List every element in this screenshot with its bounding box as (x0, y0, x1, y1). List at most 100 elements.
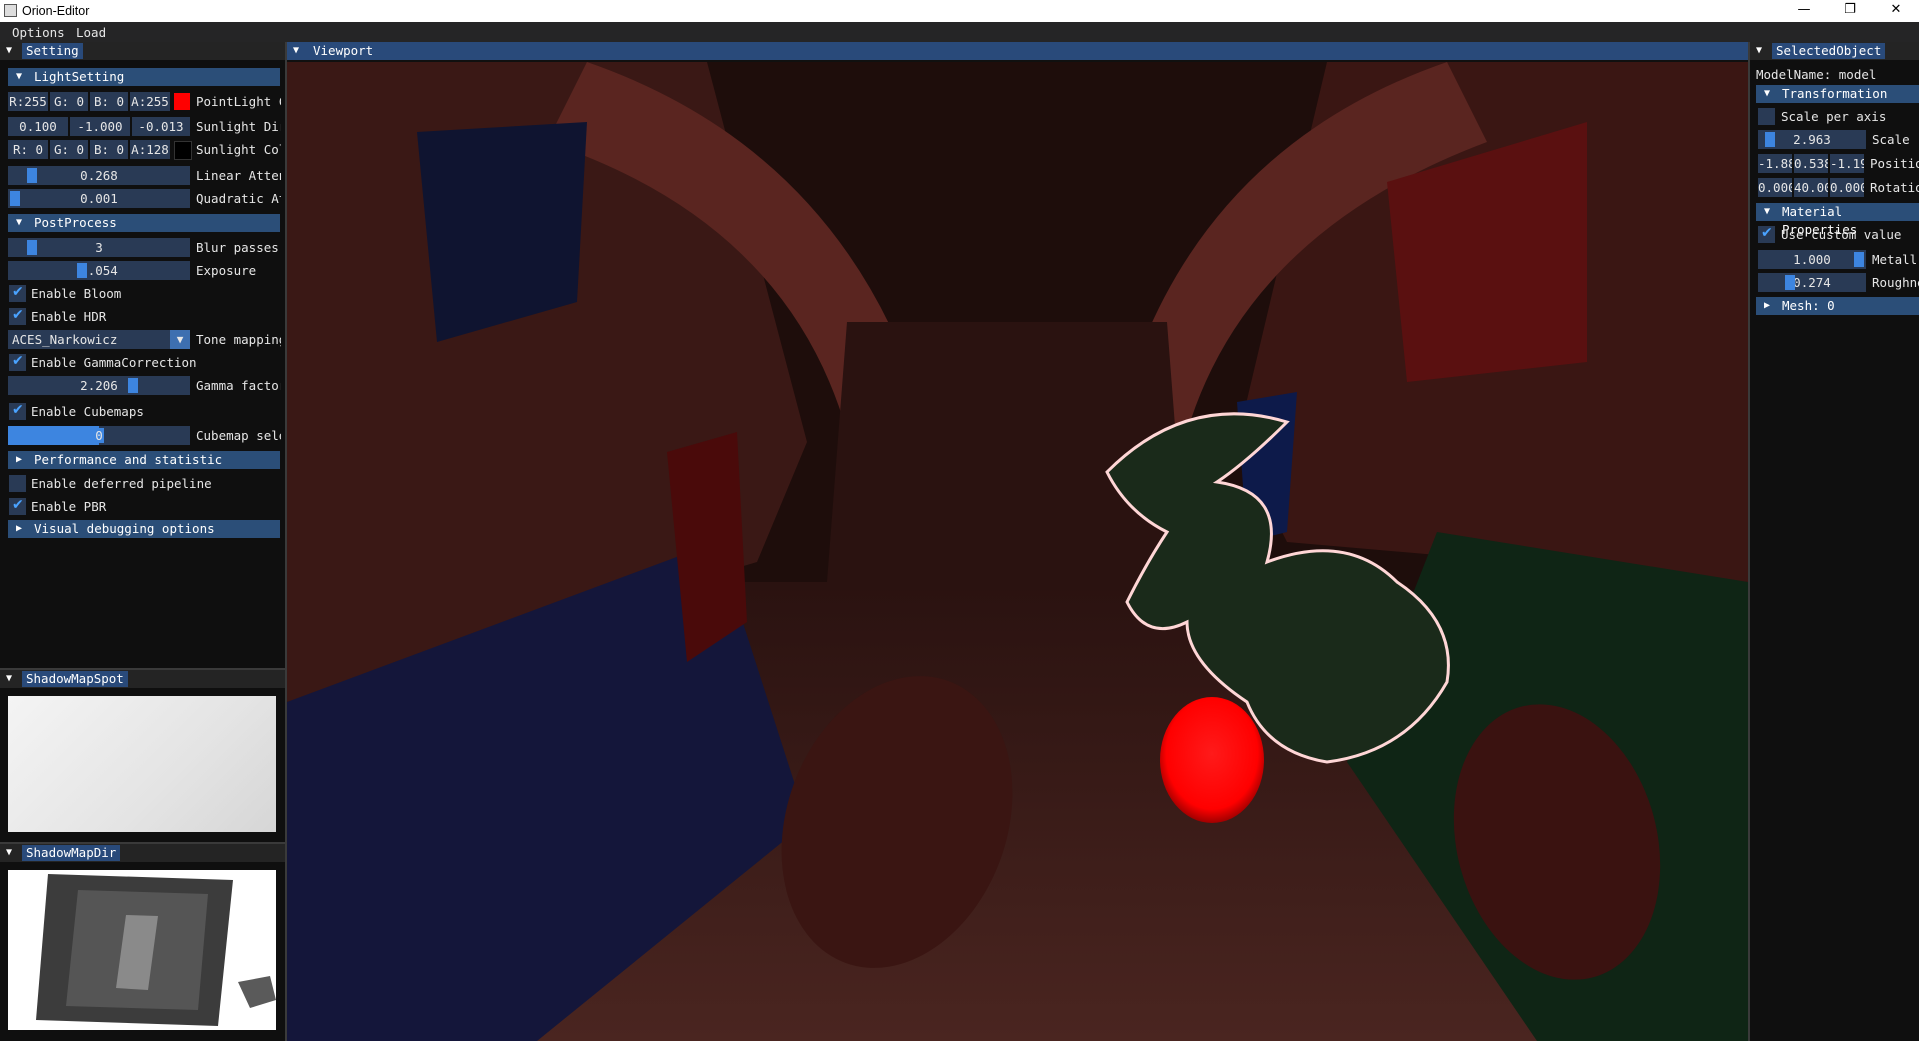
shadow-map-dir-title[interactable]: ▼ ShadowMapDir (0, 844, 285, 862)
mesh-label: Mesh: 0 (1782, 298, 1835, 313)
linear-atten-slider[interactable]: 0.268 (8, 166, 190, 185)
selected-object-title[interactable]: ▼ SelectedObject (1750, 42, 1919, 60)
setting-panel: ▼ Setting ▼ LightSetting R:255 G: 0 B: 0… (0, 42, 285, 669)
transformation-header[interactable]: ▼ Transformation (1756, 85, 1919, 103)
viewport-label: Viewport (309, 43, 378, 59)
visual-debugging-header[interactable]: ▶ Visual debugging options (8, 520, 280, 538)
scale-slider[interactable]: 2.963 (1758, 130, 1866, 149)
collapse-triangle-icon[interactable]: ▼ (6, 45, 12, 56)
pointlight-a-field[interactable]: A:255 (130, 92, 170, 111)
gamma-correction-checkbox[interactable]: ✔ (9, 353, 26, 371)
position-x-field[interactable]: -1.88 (1758, 154, 1792, 173)
pointlight-label: PointLight C (196, 94, 281, 109)
performance-header[interactable]: ▶ Performance and statistic (8, 451, 280, 469)
shadow-map-dir-image (8, 870, 276, 1030)
setting-title-label: Setting (22, 43, 83, 59)
postprocess-header[interactable]: ▼ PostProcess (8, 214, 280, 232)
cubemaps-checkbox[interactable]: ✔ (9, 402, 26, 420)
rotation-x-field[interactable]: 0.000 (1758, 178, 1792, 197)
shadow-map-spot-label: ShadowMapSpot (22, 671, 128, 687)
position-y-field[interactable]: 0.538 (1794, 154, 1828, 173)
expanded-triangle-icon: ▼ (16, 71, 23, 82)
slider-grab[interactable] (1764, 132, 1775, 147)
expanded-triangle-icon: ▼ (16, 217, 23, 228)
app-icon (4, 4, 17, 17)
rotation-y-field[interactable]: 40.00 (1794, 178, 1828, 197)
tone-mapping-combo[interactable]: ACES_Narkowicz ▼ (8, 330, 190, 349)
menu-bar: Options Load (0, 22, 1919, 42)
pbr-checkbox[interactable]: ✔ (9, 497, 26, 515)
minimize-button[interactable]: — (1781, 0, 1827, 22)
checkmark-icon: ✔ (12, 284, 24, 300)
slider-grab[interactable] (26, 240, 37, 255)
roughness-value: 0.274 (1793, 275, 1831, 290)
gamma-factor-label: Gamma factor (196, 378, 281, 393)
use-custom-value-label: Use custom value (1781, 227, 1902, 242)
sunlight-dir-y-field[interactable]: -1.000 (70, 117, 130, 136)
slider-grab[interactable] (1785, 275, 1796, 290)
linear-atten-value: 0.268 (80, 168, 118, 183)
shadow-map-spot-panel: ▼ ShadowMapSpot (0, 670, 285, 842)
exposure-slider[interactable]: 2.054 (8, 261, 190, 280)
window-title: Orion-Editor (22, 4, 90, 18)
sunlight-dir-z-field[interactable]: -0.013 (132, 117, 190, 136)
close-button[interactable]: ✕ (1873, 0, 1919, 22)
sunlight-dir-x-field[interactable]: 0.100 (8, 117, 68, 136)
sunlight-col-g-field[interactable]: G: 0 (50, 140, 88, 159)
scale-per-axis-checkbox[interactable]: ✔ (1758, 108, 1775, 125)
rotation-z-field[interactable]: 0.000 (1830, 178, 1864, 197)
pointlight-b-field[interactable]: B: 0 (90, 92, 128, 111)
metallic-slider[interactable]: 1.000 (1758, 250, 1866, 269)
sunlight-dir-label: Sunlight Dir (196, 119, 281, 134)
chevron-down-icon[interactable]: ▼ (170, 330, 190, 349)
slider-grab[interactable] (77, 263, 88, 278)
sunlight-color-swatch[interactable] (174, 141, 192, 160)
pointlight-r-field[interactable]: R:255 (8, 92, 48, 111)
menu-load[interactable]: Load (76, 25, 106, 40)
expanded-triangle-icon: ▼ (1764, 206, 1771, 217)
viewport-panel: ▼ Viewport (287, 42, 1748, 1041)
shadow-map-spot-image (8, 696, 276, 832)
setting-panel-title[interactable]: ▼ Setting (0, 42, 285, 60)
collapse-triangle-icon[interactable]: ▼ (6, 847, 12, 858)
shadow-map-dir-panel: ▼ ShadowMapDir (0, 844, 285, 1041)
sunlight-col-b-field[interactable]: B: 0 (90, 140, 128, 159)
quadratic-atten-slider[interactable]: 0.001 (8, 189, 190, 208)
material-properties-header[interactable]: ▼ Material Properties (1756, 203, 1919, 237)
gamma-factor-slider[interactable]: 2.206 (8, 376, 190, 395)
slider-grab[interactable] (10, 191, 20, 206)
use-custom-value-checkbox[interactable]: ✔ (1758, 225, 1775, 243)
slider-grab[interactable] (127, 378, 138, 393)
blur-passes-slider[interactable]: 3 (8, 238, 190, 257)
deferred-checkbox[interactable]: ✔ (9, 475, 26, 492)
position-z-field[interactable]: -1.19 (1830, 154, 1864, 173)
bloom-checkbox[interactable]: ✔ (9, 284, 26, 302)
sunlight-col-r-field[interactable]: R: 0 (8, 140, 48, 159)
transformation-label: Transformation (1782, 86, 1888, 101)
cubemap-select-slider[interactable]: 0 (8, 426, 190, 445)
menu-options[interactable]: Options (12, 25, 65, 40)
viewport-title[interactable]: ▼ Viewport (287, 42, 1748, 60)
collapse-triangle-icon[interactable]: ▼ (293, 45, 299, 56)
slider-grab[interactable] (26, 168, 37, 183)
sunlight-col-a-field[interactable]: A:128 (130, 140, 170, 159)
blur-passes-label: Blur passes (196, 240, 279, 255)
collapse-triangle-icon[interactable]: ▼ (6, 673, 12, 684)
slider-grab[interactable] (1854, 252, 1864, 267)
mesh-header[interactable]: ▶ Mesh: 0 (1756, 297, 1919, 315)
checkmark-icon: ✔ (12, 353, 24, 369)
pointlight-g-field[interactable]: G: 0 (50, 92, 88, 111)
cubemaps-label: Enable Cubemaps (31, 404, 144, 419)
checkmark-icon: ✔ (12, 307, 24, 323)
selected-object-panel: ▼ SelectedObject ModelName: model ▼ Tran… (1750, 42, 1919, 1041)
visual-debugging-label: Visual debugging options (34, 521, 215, 536)
light-setting-header[interactable]: ▼ LightSetting (8, 68, 280, 86)
collapse-triangle-icon[interactable]: ▼ (1756, 45, 1762, 56)
hdr-checkbox[interactable]: ✔ (9, 307, 26, 325)
shadow-map-spot-title[interactable]: ▼ ShadowMapSpot (0, 670, 285, 688)
pointlight-color-swatch[interactable] (174, 93, 190, 110)
viewport-scene[interactable] (287, 62, 1748, 1041)
roughness-slider[interactable]: 0.274 (1758, 273, 1866, 292)
selected-object-label: SelectedObject (1772, 43, 1886, 59)
restore-button[interactable]: ❐ (1827, 0, 1873, 22)
